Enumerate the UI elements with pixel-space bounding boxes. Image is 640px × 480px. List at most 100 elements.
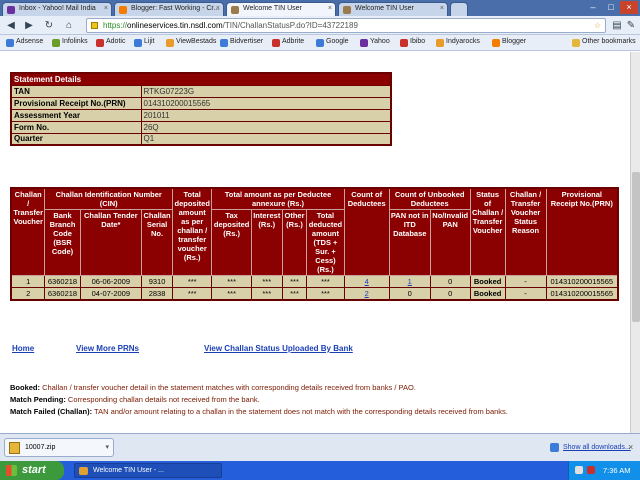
network-icon[interactable] (575, 466, 583, 474)
close-tab-icon[interactable]: × (328, 5, 332, 12)
header-total-deposited: Total deposited amount as per challan / … (171, 187, 213, 276)
view-more-prns-link[interactable]: View More PRNs (76, 344, 139, 353)
table-row: Provisional Receipt No.(PRN) 014310200015… (10, 96, 392, 110)
bookmark-google[interactable]: Google (316, 38, 349, 47)
bookmarks-bar: Adsense Infolinks Adotic Lijit ViewBesta… (0, 35, 640, 51)
header-count-unbooked: Count of Unbooked Deductees (388, 187, 471, 210)
yahoo-icon (360, 39, 368, 47)
tab-yahoo-mail[interactable]: Inbox - Yahoo! Mail India × (2, 2, 112, 16)
close-tab-icon[interactable]: × (216, 5, 220, 12)
adbrite-icon (272, 39, 280, 47)
page-content: Statement Details TAN RTKG07223G Provisio… (0, 52, 630, 433)
windows-logo-icon (6, 465, 17, 476)
bookmark-viewbestads[interactable]: ViewBestads (166, 38, 216, 47)
table-row: 2 6360218 04-07-2009 2838 *** *** *** **… (10, 287, 619, 300)
blogger-icon (119, 6, 127, 14)
tab-welcome-tin-active[interactable]: Welcome TIN User × (226, 2, 336, 16)
table-row: Assessment Year 201011 (10, 108, 392, 122)
view-challan-status-uploaded-link[interactable]: View Challan Status Uploaded By Bank (204, 344, 353, 353)
bookmark-ibibo[interactable]: Ibibo (400, 38, 425, 47)
indyarocks-icon (436, 39, 444, 47)
home-icon[interactable]: ⌂ (62, 19, 76, 32)
header-no-invalid-pan: No/Invalid PAN (429, 209, 471, 276)
bookmark-yahoo[interactable]: Yahoo (360, 38, 390, 47)
download-bar: 10007.zip ▾ Show all downloads... × (0, 433, 640, 461)
blogger-icon (492, 39, 500, 47)
downloads-icon (550, 443, 559, 452)
close-icon[interactable]: × (628, 442, 633, 452)
header-interest: Interest (Rs.) (250, 209, 283, 276)
header-bsr: Bank Branch Code (BSR Code) (44, 209, 81, 276)
table-row: TAN RTKG07223G (10, 84, 392, 98)
scrollbar-thumb[interactable] (632, 172, 640, 322)
taskbar-window-button[interactable]: Welcome TIN User - ... (74, 463, 222, 478)
download-item[interactable]: 10007.zip ▾ (4, 438, 114, 457)
status-badge: Booked (469, 275, 506, 288)
statement-details-table: Statement Details TAN RTKG07223G Provisio… (10, 72, 392, 146)
legend-booked: Booked: Challan / transfer voucher detai… (10, 383, 416, 392)
bookmark-indyarocks[interactable]: Indyarocks (436, 38, 480, 47)
adotic-icon (96, 39, 104, 47)
challan-status-table: Challan / Transfer Voucher Challan Ident… (10, 187, 619, 301)
header-cin: Challan Identification Number (CIN) (44, 187, 173, 210)
wrench-icon[interactable]: ✎ (624, 19, 638, 32)
page-menu-icon[interactable]: ▤ (610, 19, 624, 32)
clock[interactable]: 7:36 AM (603, 466, 631, 475)
back-icon[interactable]: ◀ (4, 19, 18, 32)
bookmark-adbrite[interactable]: Adbrite (272, 38, 304, 47)
lijit-icon (134, 39, 142, 47)
chevron-down-icon[interactable]: ▾ (105, 439, 109, 456)
header-prn: Provisional Receipt No.(PRN) (545, 187, 619, 276)
legend-match-pending: Match Pending: Corresponding challan det… (10, 395, 260, 404)
table-row: Form No. 26Q (10, 120, 392, 134)
header-serial: Challan Serial No. (141, 209, 173, 276)
start-button[interactable]: start (0, 461, 64, 480)
navigation-bar: ◀ ▶ ↻ ⌂ https://onlineservices.tin.nsdl.… (0, 16, 640, 35)
system-tray: 7:36 AM (568, 461, 640, 480)
header-status-reason: Challan / Transfer Voucher Status Reason (504, 187, 547, 276)
count-deductees-link[interactable]: 4 (343, 275, 390, 288)
star-icon[interactable]: ☆ (594, 19, 601, 32)
tab-welcome-tin[interactable]: Welcome TIN User × (338, 2, 448, 16)
close-tab-icon[interactable]: × (440, 5, 444, 12)
google-icon (316, 39, 324, 47)
lock-icon (91, 22, 98, 29)
header-other: Other (Rs.) (281, 209, 308, 276)
other-bookmarks[interactable]: Other bookmarks (572, 38, 636, 47)
taskbar: start Welcome TIN User - ... 7:36 AM (0, 461, 640, 480)
tab-blogger[interactable]: Blogger: Fast Working - Cr... × (114, 2, 224, 16)
forward-icon[interactable]: ▶ (22, 19, 36, 32)
browser-tab-bar: Inbox - Yahoo! Mail India × Blogger: Fas… (0, 0, 640, 16)
header-total-annexure: Total amount as per Deductee annexure (R… (211, 187, 345, 210)
bookmark-adotic[interactable]: Adotic (96, 38, 125, 47)
header-tax-deposited: Tax deposited (Rs.) (211, 209, 252, 276)
pan-not-in-itd-link[interactable]: 1 (388, 275, 431, 288)
vertical-scrollbar[interactable] (630, 52, 640, 433)
viewbestads-icon (166, 39, 174, 47)
header-tender-date: Challan Tender Date* (79, 209, 143, 276)
minimize-icon[interactable]: – (584, 1, 602, 14)
bidvertiser-icon (220, 39, 228, 47)
reload-icon[interactable]: ↻ (42, 19, 56, 32)
bookmark-bidvertiser[interactable]: Bidvertiser (220, 38, 263, 47)
bookmark-adsense[interactable]: Adsense (6, 38, 43, 47)
new-tab-button[interactable] (450, 2, 468, 16)
folder-icon (572, 39, 580, 47)
bookmark-infolinks[interactable]: Infolinks (52, 38, 88, 47)
close-tab-icon[interactable]: × (104, 5, 108, 12)
bookmark-blogger[interactable]: Blogger (492, 38, 526, 47)
home-link[interactable]: Home (12, 344, 34, 353)
show-all-downloads-link[interactable]: Show all downloads... (563, 444, 631, 451)
count-deductees-link[interactable]: 2 (343, 287, 390, 300)
zip-file-icon (9, 442, 20, 454)
table-row: 1 6360218 06-06-2009 9310 *** *** *** **… (10, 275, 619, 288)
close-window-icon[interactable]: × (620, 1, 638, 14)
ibibo-icon (400, 39, 408, 47)
address-bar[interactable]: https://onlineservices.tin.nsdl.com/TIN/… (86, 18, 606, 33)
maximize-icon[interactable]: □ (602, 1, 620, 14)
header-voucher: Challan / Transfer Voucher (10, 187, 46, 276)
header-count-deductees: Count of Deductees (343, 187, 390, 276)
security-icon[interactable] (587, 466, 595, 474)
bookmark-lijit[interactable]: Lijit (134, 38, 155, 47)
status-badge: Booked (469, 287, 506, 300)
